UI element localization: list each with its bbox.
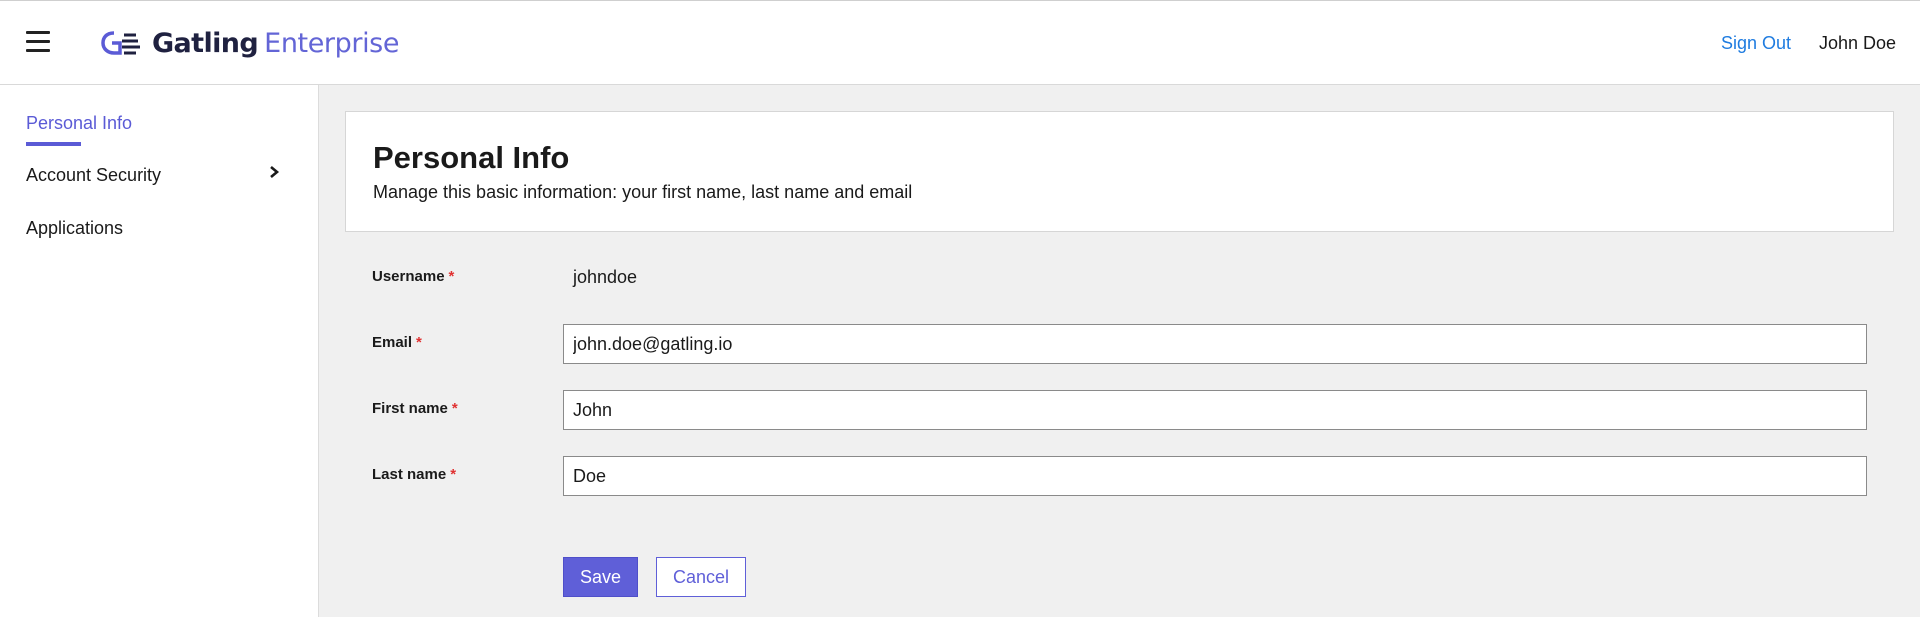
page-subtitle: Manage this basic information: your firs… xyxy=(373,182,913,202)
top-header: Gatling Enterprise Sign Out John Doe xyxy=(0,0,1920,85)
gatling-enterprise-logo[interactable]: Gatling Enterprise xyxy=(100,23,399,63)
personal-info-card: Personal Info Manage this basic informat… xyxy=(345,111,1894,232)
sidebar-item-account-security[interactable]: Account Security xyxy=(26,165,161,186)
logo-text-secondary: Enterprise xyxy=(264,27,400,59)
sidebar: Personal Info Account Security Applicati… xyxy=(0,85,319,617)
required-marker: * xyxy=(448,268,455,285)
first-name-label: First name * xyxy=(372,400,458,417)
username-value: johndoe xyxy=(573,267,638,287)
logo-text-primary: Gatling xyxy=(152,27,259,59)
sidebar-item-applications[interactable]: Applications xyxy=(26,218,123,239)
required-marker: * xyxy=(450,466,457,483)
sidebar-item-personal-info[interactable]: Personal Info xyxy=(26,113,132,134)
gatling-logo-icon xyxy=(101,31,140,55)
first-name-field[interactable] xyxy=(563,390,1867,430)
user-name: John Doe xyxy=(1819,33,1897,53)
page-title: Personal Info xyxy=(373,140,570,175)
email-label: Email * xyxy=(372,334,422,351)
chevron-right-icon[interactable] xyxy=(268,165,280,179)
save-button[interactable]: Save xyxy=(563,557,638,597)
last-name-label: Last name * xyxy=(372,466,457,483)
email-field[interactable] xyxy=(563,324,1867,364)
menu-icon[interactable] xyxy=(26,31,52,53)
active-tab-indicator xyxy=(26,142,81,146)
last-name-field[interactable] xyxy=(563,456,1867,496)
username-label: Username * xyxy=(372,268,455,285)
required-marker: * xyxy=(416,334,422,351)
cancel-button[interactable]: Cancel xyxy=(656,557,746,597)
sign-out-link[interactable]: Sign Out xyxy=(1721,33,1791,54)
required-marker: * xyxy=(451,400,458,417)
